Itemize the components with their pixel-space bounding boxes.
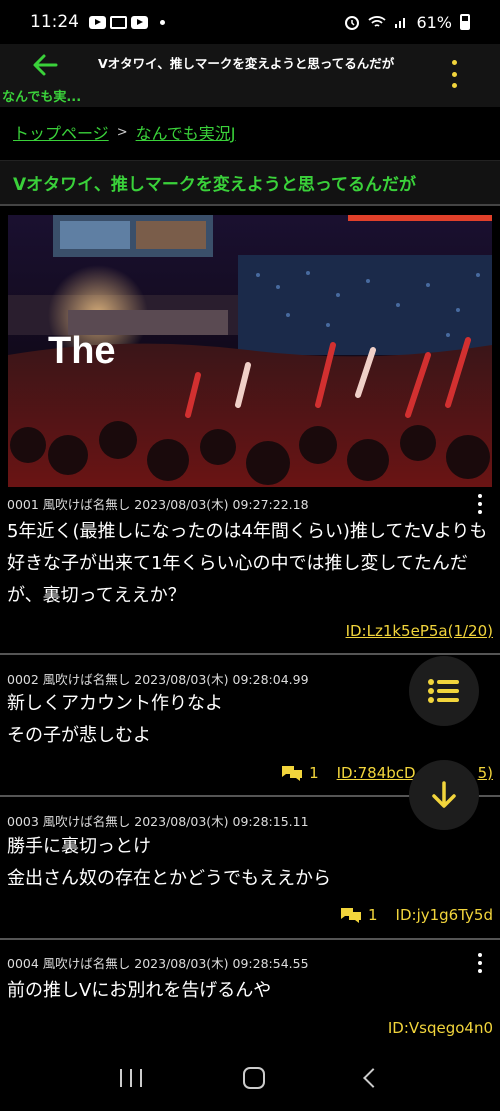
more-vert-icon[interactable] [446,60,462,88]
recent-apps-icon[interactable] [120,1069,143,1087]
post-id-link[interactable]: ID:jy1g6Ty5d [396,906,493,924]
notification-icons [89,15,165,29]
breadcrumb-board-link[interactable]: なんでも実況J [136,120,236,144]
scroll-down-fab[interactable] [409,760,479,830]
post-meta: 0004 風吹けば名無し 2023/08/03(木) 09:28:54.55 [7,956,309,971]
youtube-notification-icon [89,15,106,29]
post-id-link[interactable]: ID:784bcD [337,764,416,782]
breadcrumb-separator: > [116,124,128,140]
arrow-down-icon [432,781,456,808]
nav-back-icon[interactable] [362,1068,383,1088]
home-icon[interactable] [242,1067,265,1089]
post-more-icon[interactable] [476,953,484,973]
list-fab[interactable] [409,656,479,726]
post-id-link-tail[interactable]: 5) [478,764,493,782]
post-id[interactable]: ID:Vsqego4n0 [388,1019,493,1037]
post-id[interactable]: ID:Lz1k5eP5a(1/20) [346,622,493,640]
signal-icon [395,18,406,28]
battery-icon [460,14,470,30]
alarm-icon [345,16,360,30]
post-more-icon[interactable] [476,494,484,514]
post-id-link[interactable]: ID:Vsqego4n0 [388,1019,493,1037]
chat-bubbles-icon [341,908,361,923]
thread-title: Vオタワイ、推しマークを変えようと思ってるんだが [0,160,500,206]
post-id-link[interactable]: ID:Lz1k5eP5a(1/20) [346,622,493,640]
app-bar-title: Vオタワイ、推しマークを変えようと思ってるんだが [98,56,395,71]
breadcrumb-home-link[interactable]: トップページ [13,120,109,144]
post-id[interactable]: 1 ID:jy1g6Ty5d [339,906,493,924]
reply-count-number: 1 [309,764,319,782]
post-body: 5年近く(最推しになったのは4年間くらい)推してたVよりも好きな子が出来て1年く… [7,521,488,606]
status-bar: 11:24 61% [0,0,500,44]
hero-overlay-text: The [48,330,116,372]
post-meta: 0001 風吹けば名無し 2023/08/03(木) 09:27:22.18 [7,497,309,512]
arrow-left-icon[interactable] [30,50,60,80]
chat-bubbles-icon [282,766,303,781]
post-divider [0,938,500,940]
more-notifications-icon [160,19,165,25]
status-right: 61% [344,13,470,32]
status-time: 11:24 [30,12,79,32]
post-body: 勝手に裏切っとけ 金出さん奴の存在とかどうでもええから [7,836,331,889]
breadcrumb: トップページ > なんでも実況J [13,120,236,144]
mail-notification-icon [110,15,127,29]
wifi-icon [368,16,387,27]
thread-image[interactable]: The [8,215,492,487]
post-body: 前の推しVにお別れを告げるんや [7,980,272,1001]
post-divider [0,653,500,655]
list-icon [428,679,459,703]
reply-count-number: 1 [368,906,378,924]
battery-percent: 61% [416,12,452,32]
youtube-notification-icon [131,15,148,29]
reply-count[interactable]: 1 [280,764,319,782]
reply-count[interactable]: 1 [339,906,378,924]
post-meta: 0003 風吹けば名無し 2023/08/03(木) 09:28:15.11 [7,814,309,829]
post-meta: 0002 風吹けば名無し 2023/08/03(木) 09:28:04.99 [7,672,309,687]
app-bar: なんでも実... Vオタワイ、推しマークを変えようと思ってるんだが [0,44,500,107]
back-title[interactable]: なんでも実... [2,86,81,105]
system-nav-bar [0,1045,500,1111]
